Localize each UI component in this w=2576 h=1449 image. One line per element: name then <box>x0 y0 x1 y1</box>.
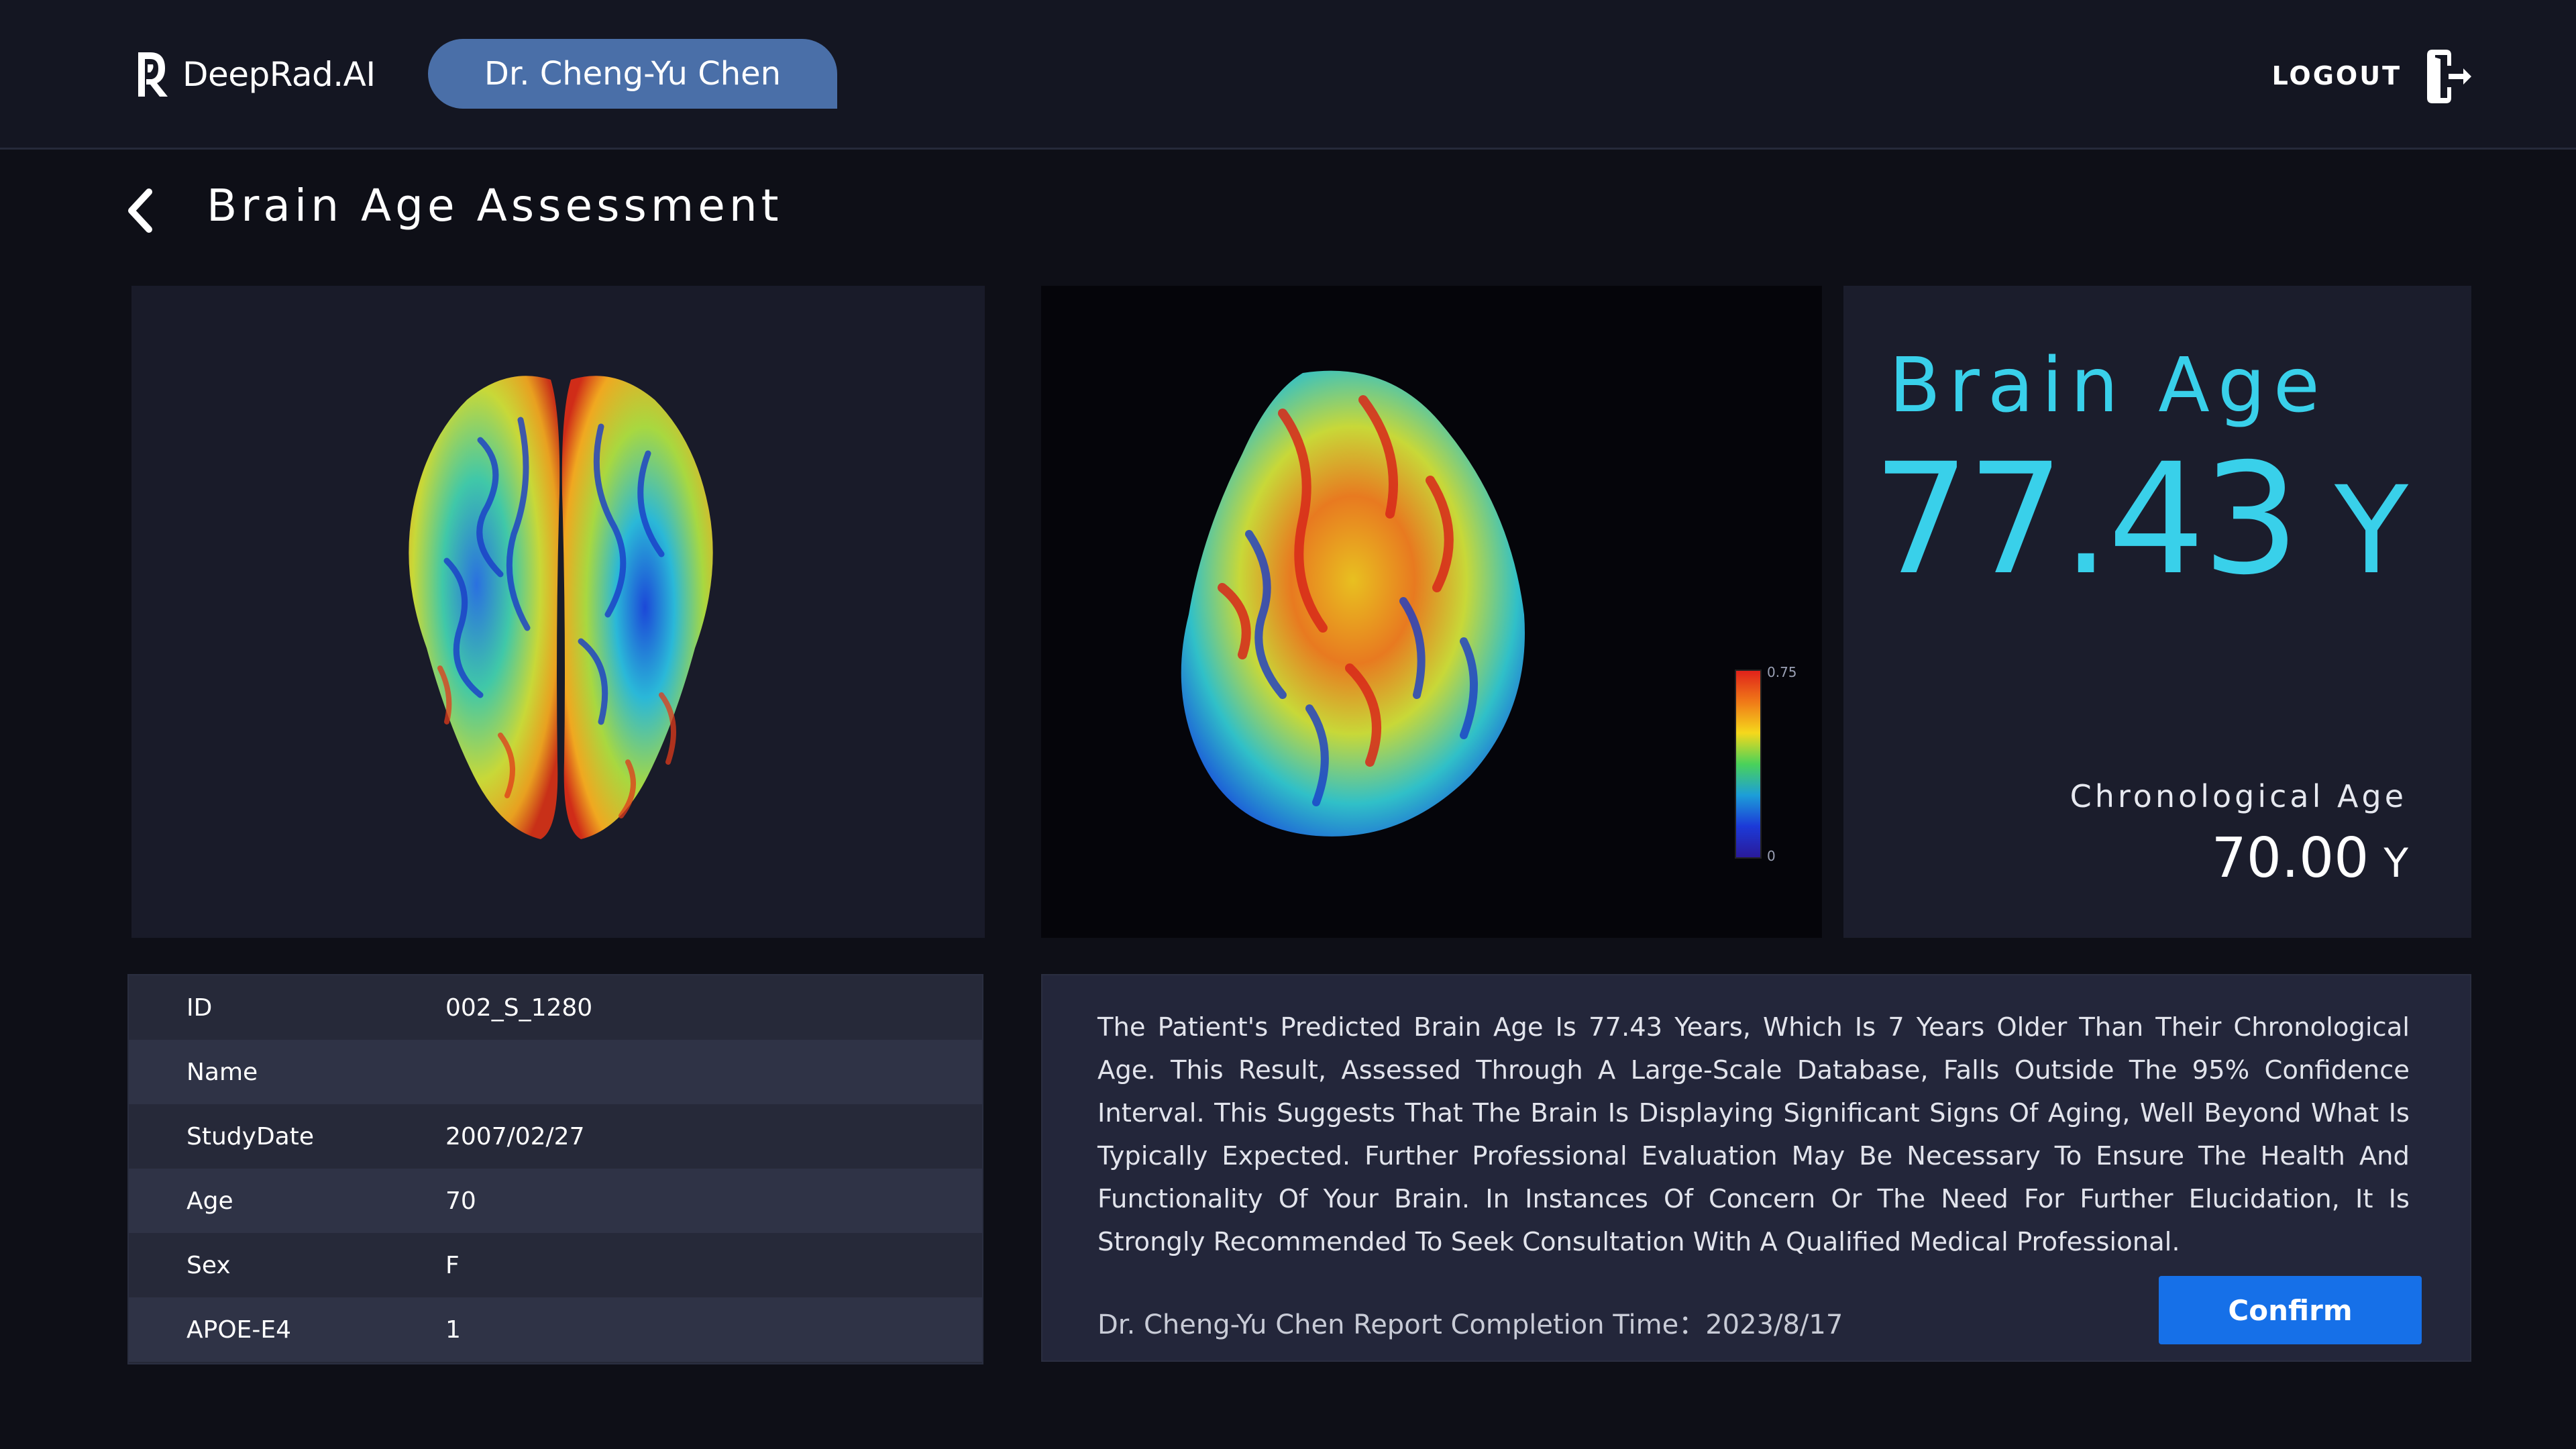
table-row: APOE-E4 1 <box>129 1297 982 1362</box>
brain-top-view-panel[interactable] <box>131 286 985 938</box>
colorbar-legend <box>1735 669 1762 859</box>
deeprad-logo-icon <box>138 52 168 97</box>
chronological-age-label: Chronological Age <box>2070 778 2407 814</box>
logo-text: DeepRad.AI <box>182 55 376 94</box>
top-bar: DeepRad.AI Dr. Cheng-Yu Chen LOGOUT <box>0 0 2576 150</box>
table-row: Name <box>129 1040 982 1104</box>
brain-age-value-row: 77.43 Y <box>1872 443 2408 601</box>
chronological-age-unit: Y <box>2383 840 2408 887</box>
confirm-button[interactable]: Confirm <box>2159 1276 2422 1344</box>
info-value: 70 <box>445 1187 476 1215</box>
info-key: APOE-E4 <box>186 1316 292 1344</box>
report-text: The Patient's Predicted Brain Age Is 77.… <box>1097 1012 2410 1257</box>
chronological-age-value: 70.00 <box>2211 826 2369 890</box>
page-title: Brain Age Assessment <box>207 180 783 231</box>
brain-side-view-image <box>1181 370 1525 837</box>
info-value: 1 <box>445 1316 461 1344</box>
back-arrow-icon[interactable] <box>122 188 160 233</box>
info-key: Age <box>186 1187 233 1215</box>
info-key: Sex <box>186 1251 231 1279</box>
brain-age-value: 77.43 <box>1872 430 2300 608</box>
colorbar-max-label: 0.75 <box>1767 664 1797 680</box>
logout-label: LOGOUT <box>2271 61 2402 91</box>
logout-icon <box>2427 50 2471 103</box>
patient-info-table: ID 002_S_1280 Name StudyDate 2007/02/27 … <box>127 974 983 1364</box>
info-key: Name <box>186 1058 258 1086</box>
brain-top-view-image <box>409 376 713 839</box>
chronological-age-value-row: 70.00 Y <box>1878 826 2408 890</box>
table-row: ID 002_S_1280 <box>129 975 982 1040</box>
doctor-name-badge[interactable]: Dr. Cheng-Yu Chen <box>428 39 837 109</box>
logo[interactable]: DeepRad.AI <box>133 48 376 101</box>
info-value: 2007/02/27 <box>445 1122 585 1150</box>
info-key: StudyDate <box>186 1122 314 1150</box>
brain-age-unit: Y <box>2334 461 2408 601</box>
info-key: ID <box>186 994 213 1022</box>
info-value: F <box>445 1251 460 1279</box>
brain-age-label: Brain Age <box>1889 342 2328 429</box>
info-value: 002_S_1280 <box>445 994 593 1022</box>
table-row: StudyDate 2007/02/27 <box>129 1104 982 1169</box>
colorbar-min-label: 0 <box>1767 848 1776 864</box>
brain-side-view-panel[interactable] <box>1041 286 1822 938</box>
report-panel: The Patient's Predicted Brain Age Is 77.… <box>1041 974 2471 1362</box>
logout-button[interactable]: LOGOUT <box>2272 46 2474 106</box>
table-row: Sex F <box>129 1233 982 1297</box>
table-row: Age 70 <box>129 1169 982 1233</box>
report-footer: Dr. Cheng-Yu Chen Report Completion Time… <box>1097 1309 1843 1340</box>
